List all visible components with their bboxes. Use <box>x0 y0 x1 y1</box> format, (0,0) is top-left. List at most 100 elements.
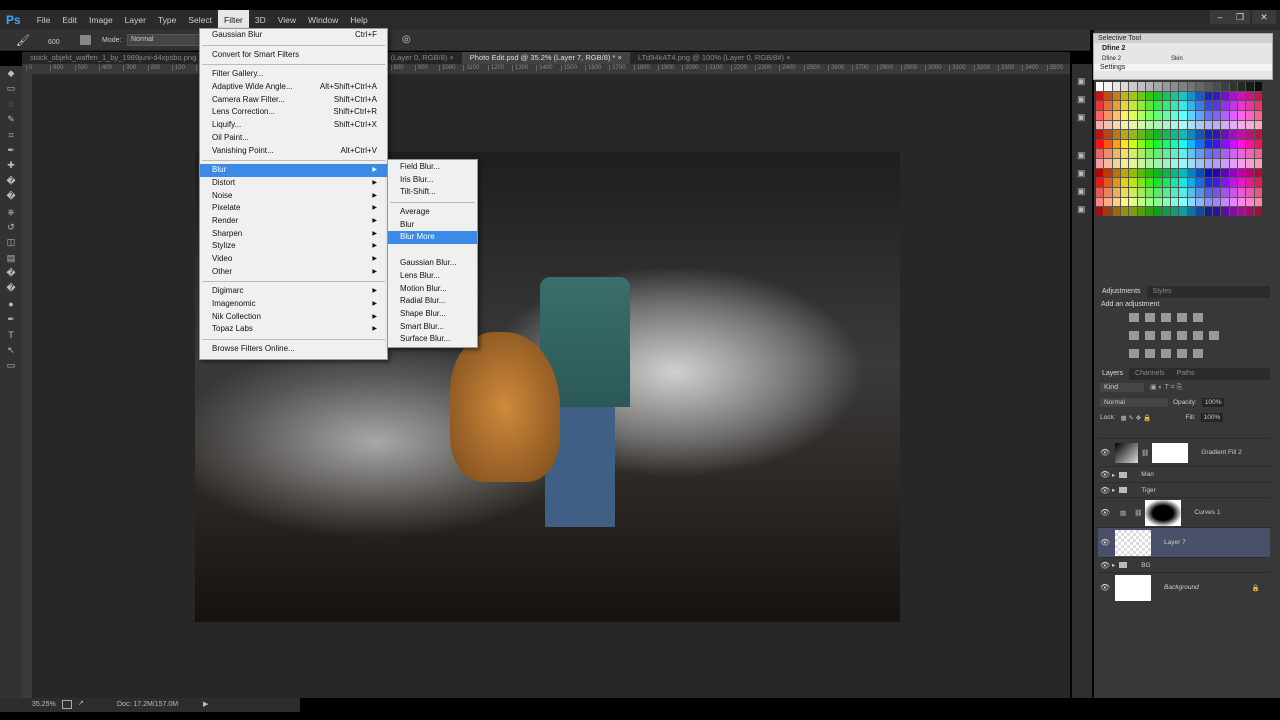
swatch[interactable] <box>1137 130 1146 139</box>
menu-view[interactable]: View <box>272 15 302 25</box>
menu-layer[interactable]: Layer <box>119 15 152 25</box>
swatch[interactable] <box>1146 168 1154 178</box>
swatch[interactable] <box>1246 130 1254 139</box>
swatch[interactable] <box>1171 149 1179 159</box>
swatch[interactable] <box>1171 110 1179 120</box>
layer-name[interactable]: Layer 7 <box>1164 539 1186 546</box>
swatch[interactable] <box>1171 178 1179 188</box>
swatch[interactable] <box>1112 178 1121 188</box>
swatch[interactable] <box>1129 149 1137 159</box>
swatch[interactable] <box>1212 178 1221 188</box>
menu-3d[interactable]: 3D <box>249 15 272 25</box>
layer-row[interactable]: 👁 ▸ Man <box>1098 466 1270 482</box>
filter-menu-item[interactable]: Lens Correction... Shift+Ctrl+R <box>200 106 387 119</box>
menu-type[interactable]: Type <box>152 15 182 25</box>
swatch[interactable] <box>1212 188 1221 197</box>
selective-tool-title[interactable]: Selective Tool <box>1094 34 1272 43</box>
swatch[interactable] <box>1137 188 1146 197</box>
swatch[interactable] <box>1204 178 1212 188</box>
swatch[interactable] <box>1237 130 1246 139</box>
swatch[interactable] <box>1154 139 1162 149</box>
swatch[interactable] <box>1171 101 1179 110</box>
swatch[interactable] <box>1196 207 1204 216</box>
swatch[interactable] <box>1179 168 1187 178</box>
swatch[interactable] <box>1104 159 1112 168</box>
swatch[interactable] <box>1221 130 1229 139</box>
swatch[interactable] <box>1129 139 1137 149</box>
menu-edit[interactable]: Edit <box>56 15 83 25</box>
swatch[interactable] <box>1204 130 1212 139</box>
swatch[interactable] <box>1187 149 1196 159</box>
blur-submenu-item[interactable]: Radial Blur... <box>388 295 477 308</box>
swatch[interactable] <box>1154 188 1162 197</box>
document-tab[interactable]: stock_objekt_waffen_1_by_1989juni-d4xpsb… <box>22 52 211 64</box>
swatch[interactable] <box>1171 188 1179 197</box>
gradient-map-adjustment-icon[interactable] <box>1193 349 1203 358</box>
swatch[interactable] <box>1229 168 1237 178</box>
swatch[interactable] <box>1096 197 1104 207</box>
swatch[interactable] <box>1237 110 1246 120</box>
swatch[interactable] <box>1196 149 1204 159</box>
swatch[interactable] <box>1237 149 1246 159</box>
brush-icon[interactable]: 🖌 <box>16 34 30 47</box>
swatch[interactable] <box>1254 101 1262 110</box>
swatch[interactable] <box>1146 178 1154 188</box>
blur-submenu-item[interactable]: Motion Blur... <box>388 283 477 296</box>
swatch[interactable] <box>1096 120 1104 130</box>
swatch[interactable] <box>1246 207 1254 216</box>
swatch[interactable] <box>1096 139 1104 149</box>
swatch[interactable] <box>1104 130 1112 139</box>
swatch[interactable] <box>1212 110 1221 120</box>
swatch[interactable] <box>1179 120 1187 130</box>
swatch[interactable] <box>1171 120 1179 130</box>
swatch[interactable] <box>1121 91 1129 101</box>
swatch[interactable] <box>1096 101 1104 110</box>
filter-menu-item[interactable]: Liquify... Shift+Ctrl+X <box>200 119 387 132</box>
swatch[interactable] <box>1137 168 1146 178</box>
blur-submenu-item[interactable]: Average <box>388 206 477 219</box>
swatch[interactable] <box>1221 101 1229 110</box>
filter-menu-item[interactable]: Vanishing Point... Alt+Ctrl+V <box>200 145 387 158</box>
swatch[interactable] <box>1237 159 1246 168</box>
swatch[interactable] <box>1246 149 1254 159</box>
properties-panel-icon[interactable]: ▣ <box>1077 204 1086 215</box>
visibility-eye-icon[interactable]: 👁 <box>1098 583 1112 592</box>
swatch[interactable] <box>1196 168 1204 178</box>
swatch[interactable] <box>1096 110 1104 120</box>
swatch[interactable] <box>1137 207 1146 216</box>
filter-menu-item[interactable]: Stylize ▶ <box>200 240 387 253</box>
swatch[interactable] <box>1146 101 1154 110</box>
swatch[interactable] <box>1129 159 1137 168</box>
swatch[interactable] <box>1196 188 1204 197</box>
swatch[interactable] <box>1104 120 1112 130</box>
layer-row[interactable]: 👁 ▸ Tiger <box>1098 482 1270 497</box>
swatch[interactable] <box>1121 188 1129 197</box>
brush-panel-icon[interactable] <box>80 35 91 45</box>
swatch[interactable] <box>1121 207 1129 216</box>
swatch[interactable] <box>1162 197 1171 207</box>
swatch[interactable] <box>1237 178 1246 188</box>
swatch[interactable] <box>1179 91 1187 101</box>
swatch[interactable] <box>1237 168 1246 178</box>
pen-tool-icon[interactable]: � <box>0 281 22 296</box>
swatch[interactable] <box>1237 101 1246 110</box>
blur-submenu-item[interactable]: Field Blur... <box>388 161 477 174</box>
swatch[interactable] <box>1196 120 1204 130</box>
swatch[interactable] <box>1237 197 1246 207</box>
filter-menu-item[interactable]: Gaussian Blur Ctrl+F <box>200 29 387 42</box>
swatch[interactable] <box>1229 110 1237 120</box>
layer-row[interactable]: 👁 ▸ BG <box>1098 557 1270 572</box>
color-lookup-adjustment-icon[interactable] <box>1209 331 1219 340</box>
swatch[interactable] <box>1162 139 1171 149</box>
swatch[interactable] <box>1129 178 1137 188</box>
swatch[interactable] <box>1204 120 1212 130</box>
swatch[interactable] <box>1137 139 1146 149</box>
swatch[interactable] <box>1129 101 1137 110</box>
swatch[interactable] <box>1187 168 1196 178</box>
swatch[interactable] <box>1187 197 1196 207</box>
swatch[interactable] <box>1254 139 1262 149</box>
share-icon[interactable]: ↗ <box>78 699 84 707</box>
swatch[interactable] <box>1104 168 1112 178</box>
swatch[interactable] <box>1146 91 1154 101</box>
layer-filter-icons[interactable]: ▣ ◐ T ⌗ ⎘ <box>1150 383 1182 392</box>
